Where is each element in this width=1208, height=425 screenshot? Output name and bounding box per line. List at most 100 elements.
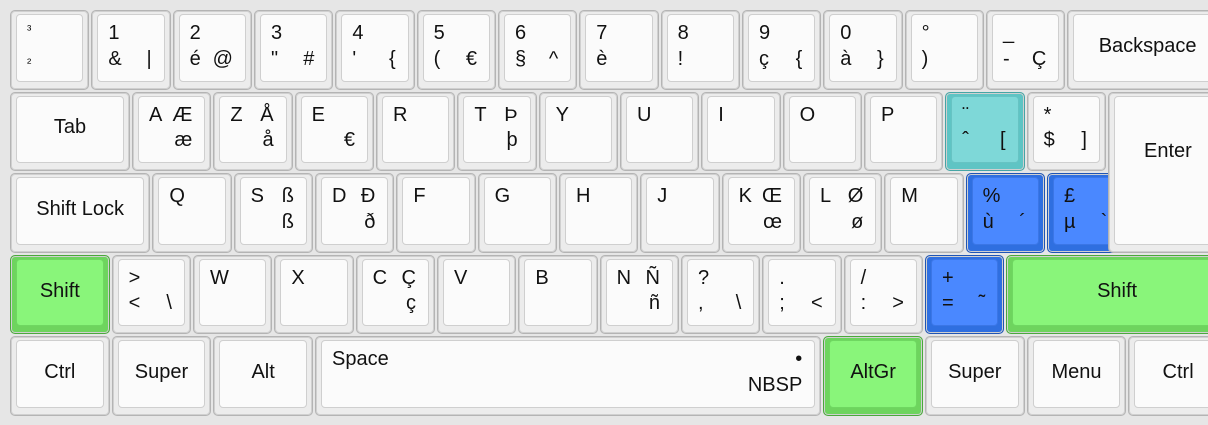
legend-br: NBSP: [747, 373, 803, 396]
key-l[interactable]: LØø: [802, 173, 883, 253]
key-o[interactable]: O: [782, 91, 862, 172]
key-r[interactable]: R: [375, 91, 456, 172]
key-p[interactable]: P: [863, 91, 944, 172]
keycap: O: [788, 95, 856, 164]
key-n[interactable]: NÑñ: [599, 254, 679, 335]
key-ctrl-left[interactable]: Ctrl: [10, 336, 110, 416]
key-s[interactable]: Sßß: [233, 173, 313, 253]
key-enter[interactable]: Enter: [1107, 91, 1208, 253]
legend-tl: _: [1002, 22, 1015, 44]
legend-br: ´: [1019, 210, 1026, 233]
key-t[interactable]: TÞþ: [457, 91, 537, 172]
key-z[interactable]: ZÅå: [213, 91, 293, 172]
key-altgr[interactable]: AltGr: [823, 336, 923, 416]
key-j[interactable]: J: [640, 173, 720, 253]
key-e[interactable]: E €: [294, 91, 374, 172]
keycap: Shift Lock: [16, 177, 145, 245]
legend-c: Menu: [1051, 361, 1102, 384]
legend-tr: •: [795, 348, 803, 371]
key-4[interactable]: 4 ' {: [335, 10, 415, 90]
key-v[interactable]: V: [436, 254, 517, 335]
key-8[interactable]: 8!: [660, 10, 740, 90]
legend-br: |: [146, 47, 152, 70]
key-0[interactable]: 0 à}: [823, 10, 903, 90]
legend-tl: K: [738, 185, 752, 208]
legend-br: @: [212, 47, 233, 70]
key-g[interactable]: G: [477, 173, 557, 253]
legend-tl: T: [474, 103, 487, 126]
legend-c: Shift Lock: [36, 197, 125, 220]
keycap: 1 & |: [97, 14, 165, 82]
key-x[interactable]: X: [274, 254, 354, 335]
keycap: Backspace: [1073, 14, 1208, 82]
legend-tl: F: [413, 185, 426, 208]
key-b[interactable]: B: [518, 254, 598, 335]
key-k[interactable]: KŒœ: [721, 173, 801, 253]
legend-bl: =: [941, 292, 954, 315]
key-super-left[interactable]: Super: [111, 336, 212, 416]
legend-tl: *: [1043, 103, 1052, 126]
key-star[interactable]: * $]: [1026, 91, 1106, 172]
key-h[interactable]: H: [558, 173, 639, 253]
key-1[interactable]: 1 & |: [91, 10, 171, 90]
key-u[interactable]: U: [619, 91, 700, 172]
key-d[interactable]: DĐð: [314, 173, 395, 253]
key-y[interactable]: Y: [538, 91, 618, 172]
key-a[interactable]: AÆæ: [131, 91, 212, 172]
key-tab[interactable]: Tab: [10, 91, 130, 172]
legend-tl: .: [779, 266, 785, 289]
keycap: .; <: [768, 258, 836, 327]
key-superscript3[interactable]: ³²: [10, 10, 90, 90]
key-7[interactable]: 7è: [579, 10, 659, 90]
key-menu[interactable]: Menu: [1026, 336, 1127, 416]
key-ctrl-right[interactable]: Ctrl: [1128, 336, 1208, 416]
legend-tr: Å: [260, 103, 274, 126]
key-i[interactable]: I: [701, 91, 781, 172]
key-degree[interactable]: °): [904, 10, 984, 90]
legend-tl: 9: [758, 22, 771, 44]
legend-tl: J: [657, 185, 668, 208]
key-percent[interactable]: % ù ´: [965, 173, 1045, 253]
legend-tr: Ñ: [645, 266, 660, 289]
key-c[interactable]: CÇç: [355, 254, 435, 335]
legend-tl: C: [372, 266, 388, 289]
key-space[interactable]: Space • NBSP: [314, 336, 822, 416]
legend-c: Ctrl: [1162, 361, 1194, 384]
key-plus[interactable]: + = ˜: [924, 254, 1005, 335]
key-m[interactable]: M: [884, 173, 964, 253]
keycap: Tab: [16, 95, 124, 164]
key-alt[interactable]: Alt: [213, 336, 313, 416]
key-q[interactable]: Q: [152, 173, 232, 253]
key-w[interactable]: W: [192, 254, 273, 335]
keycap: TÞþ: [463, 95, 531, 164]
legend-bl: ù: [982, 210, 994, 233]
key-circumflex[interactable]: ¨ ˆ [: [945, 91, 1025, 172]
key-2[interactable]: 2 é @: [172, 10, 252, 90]
legend-tl: S: [250, 185, 264, 208]
key-shift-left[interactable]: Shift: [10, 254, 110, 335]
legend-tl: B: [535, 266, 549, 289]
key-5[interactable]: 5 (€: [416, 10, 496, 90]
keycap: G: [483, 177, 551, 245]
legend-tr: Ø: [847, 185, 864, 208]
keycap: 9 ç {: [747, 14, 816, 82]
key-period[interactable]: .; <: [762, 254, 842, 335]
key-9[interactable]: 9 ç {: [741, 10, 822, 90]
key-question[interactable]: ?, \: [680, 254, 761, 335]
keycap: J: [646, 177, 714, 245]
keycap: 7è: [585, 14, 653, 82]
legend-tl: 5: [433, 22, 445, 44]
key-super-right[interactable]: Super: [924, 336, 1025, 416]
legend-br: ß: [281, 210, 294, 233]
key-shift-right[interactable]: Shift: [1006, 254, 1208, 335]
key-backspace[interactable]: Backspace: [1067, 10, 1208, 90]
legend-tl: I: [718, 103, 724, 126]
key-6[interactable]: 6 § ^: [497, 10, 578, 90]
key-slash[interactable]: /: >: [843, 254, 923, 335]
key-f[interactable]: F: [396, 173, 476, 253]
key-underscore[interactable]: _ - Ç: [985, 10, 1066, 90]
key-shift-lock[interactable]: Shift Lock: [10, 173, 151, 253]
key-angle[interactable]: > < \: [111, 254, 191, 335]
legend-bl: :: [860, 292, 867, 315]
key-3[interactable]: 3 " #: [253, 10, 334, 90]
